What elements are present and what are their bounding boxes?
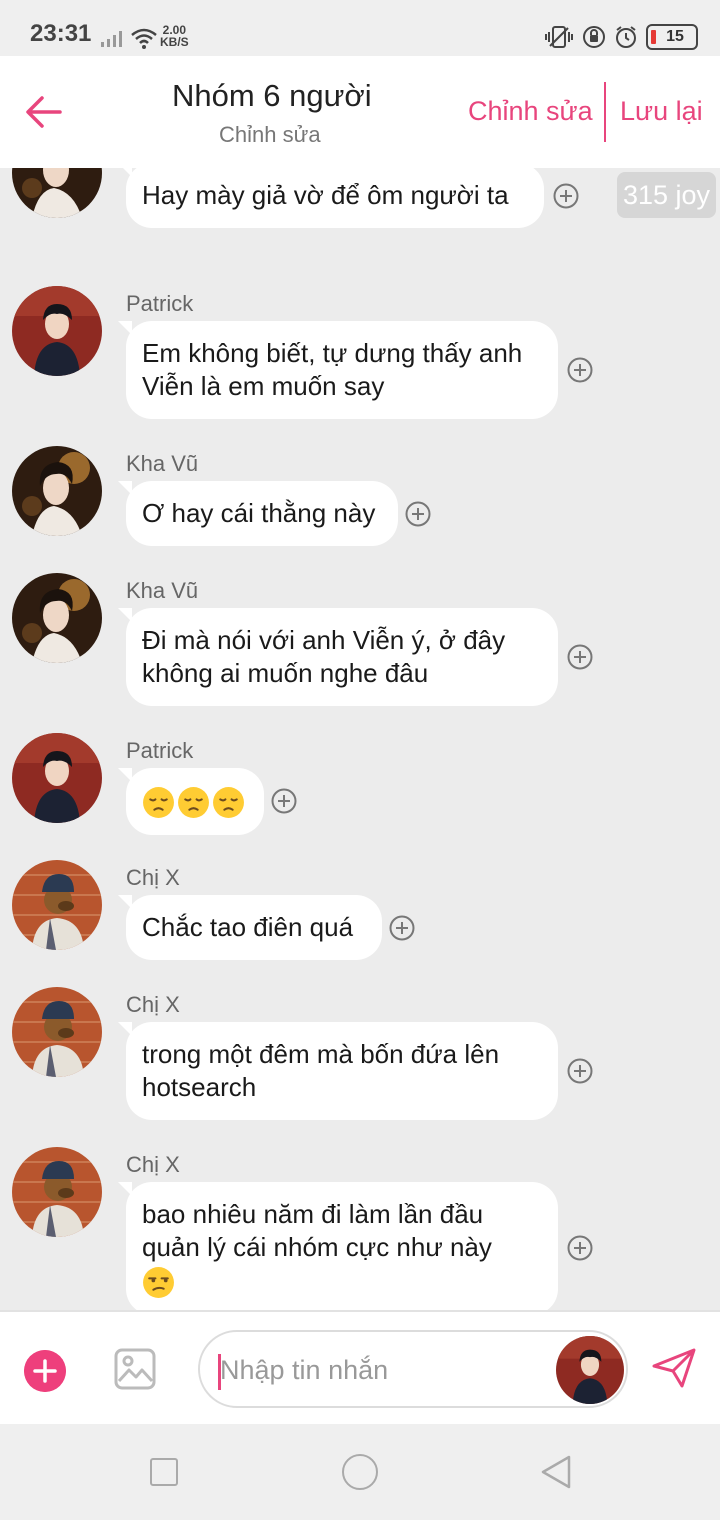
avatar-kha-vu[interactable] bbox=[12, 446, 102, 536]
avatar-chi-x[interactable] bbox=[12, 860, 102, 950]
group-title: Nhóm 6 người bbox=[172, 78, 372, 113]
save-button[interactable]: Lưu lại bbox=[620, 98, 703, 125]
sender-name: Patrick bbox=[126, 291, 194, 316]
pensive-face-icon bbox=[142, 785, 175, 818]
message-text: Hay mày giả vờ để ôm người ta bbox=[142, 180, 509, 210]
status-time: 23:31 bbox=[30, 20, 92, 47]
message-bubble[interactable]: Hay mày giả vờ để ôm người ta bbox=[118, 168, 544, 228]
message-text: Chắc tao điên quá bbox=[142, 912, 354, 942]
image-icon[interactable] bbox=[114, 1348, 156, 1390]
battery-icon: 15 bbox=[646, 24, 698, 50]
sender-name: Kha Vũ bbox=[126, 451, 199, 476]
avatar-chi-x[interactable] bbox=[12, 987, 102, 1077]
add-reaction-icon[interactable] bbox=[567, 1058, 593, 1084]
message-input-box[interactable] bbox=[198, 1330, 628, 1408]
message-bubble[interactable]: Đi mà nói với anh Viễn ý, ở đây không ai … bbox=[118, 608, 558, 706]
sender-name: Chị X bbox=[126, 1152, 180, 1177]
sender-name: Chị X bbox=[126, 865, 180, 890]
message-bubble[interactable]: Chắc tao điên quá bbox=[118, 895, 382, 960]
add-reaction-icon[interactable] bbox=[567, 644, 593, 670]
add-reaction-icon[interactable] bbox=[389, 915, 415, 941]
nav-back-icon[interactable] bbox=[540, 1454, 572, 1490]
send-icon[interactable] bbox=[652, 1348, 696, 1388]
avatar-kha-vu[interactable] bbox=[12, 168, 102, 218]
sender-name: Patrick bbox=[126, 738, 194, 763]
message-text: hotsearch bbox=[142, 1072, 257, 1102]
joy-badge: 315 joy bbox=[617, 172, 716, 218]
chat-header: Nhóm 6 người Chỉnh sửa Chỉnh sửa Lưu lại bbox=[0, 56, 720, 168]
battery-level: 15 bbox=[666, 28, 684, 45]
header-divider bbox=[604, 82, 606, 142]
signal-icon bbox=[101, 31, 122, 47]
message-bubble[interactable]: bao nhiêu năm đi làm lần đầu quản lý cái … bbox=[118, 1182, 558, 1310]
wifi-icon bbox=[131, 28, 157, 49]
message-text: trong một đêm mà bốn đứa lên bbox=[142, 1039, 500, 1069]
plus-icon[interactable] bbox=[24, 1350, 66, 1392]
message-text: Viễn là em muốn say bbox=[142, 371, 385, 401]
net-speed: 2.00 KB/S bbox=[160, 24, 189, 48]
recent-apps-button[interactable] bbox=[150, 1458, 178, 1486]
avatar-patrick-small bbox=[556, 1336, 624, 1404]
sender-name: Kha Vũ bbox=[126, 578, 199, 603]
message-bubble[interactable] bbox=[118, 768, 264, 835]
message-text: Em không biết, tự dưng thấy anh bbox=[142, 338, 523, 368]
add-reaction-icon[interactable] bbox=[553, 183, 579, 209]
add-reaction-icon[interactable] bbox=[405, 501, 431, 527]
pensive-face-icon bbox=[177, 785, 210, 818]
alarm-icon bbox=[616, 26, 636, 48]
avatar-patrick[interactable] bbox=[12, 286, 102, 376]
add-reaction-icon[interactable] bbox=[567, 357, 593, 383]
system-nav-bar bbox=[0, 1424, 720, 1520]
net-speed-unit: KB/S bbox=[160, 35, 189, 49]
vibrate-icon bbox=[545, 26, 573, 48]
avatar-chi-x[interactable] bbox=[12, 1147, 102, 1237]
emoji-row bbox=[142, 784, 248, 819]
message-text: quản lý cái nhóm cực như này bbox=[142, 1232, 492, 1262]
edit-button[interactable]: Chỉnh sửa bbox=[468, 98, 593, 125]
emoji-row bbox=[142, 1264, 542, 1299]
message-bubble[interactable]: Em không biết, tự dưng thấy anh Viễn là e… bbox=[118, 321, 558, 419]
message-text: Đi mà nói với anh Viễn ý, ở đây bbox=[142, 625, 506, 655]
add-reaction-icon[interactable] bbox=[271, 788, 297, 814]
sender-name: Chị X bbox=[126, 992, 180, 1017]
status-icons: 15 bbox=[544, 24, 698, 50]
message-list[interactable]: 315 joy Kha VuHay mày giả vờ để ôm người… bbox=[0, 168, 720, 1310]
input-avatar[interactable] bbox=[556, 1336, 624, 1404]
pensive-face-icon bbox=[212, 785, 245, 818]
composer-bar bbox=[0, 1310, 720, 1424]
message-bubble[interactable]: Ơ hay cái thằng này bbox=[118, 481, 398, 546]
message-input[interactable] bbox=[220, 1350, 550, 1390]
home-button[interactable] bbox=[342, 1454, 378, 1490]
add-reaction-icon[interactable] bbox=[567, 1235, 593, 1261]
message-text: Ơ hay cái thằng này bbox=[142, 498, 376, 528]
message-text: bao nhiêu năm đi làm lần đầu bbox=[142, 1199, 484, 1229]
message-text: không ai muốn nghe đâu bbox=[142, 658, 429, 688]
avatar-patrick[interactable] bbox=[12, 733, 102, 823]
avatar-kha-vu[interactable] bbox=[12, 573, 102, 663]
back-arrow-icon[interactable] bbox=[24, 92, 64, 132]
sync-icon bbox=[583, 26, 605, 48]
status-bar: 23:31 2.00 KB/S 15 bbox=[0, 0, 720, 56]
message-bubble[interactable]: trong một đêm mà bốn đứa lên hotsearch bbox=[118, 1022, 558, 1120]
group-subtitle[interactable]: Chỉnh sửa bbox=[219, 124, 321, 146]
unamused-face-icon bbox=[142, 1265, 175, 1298]
